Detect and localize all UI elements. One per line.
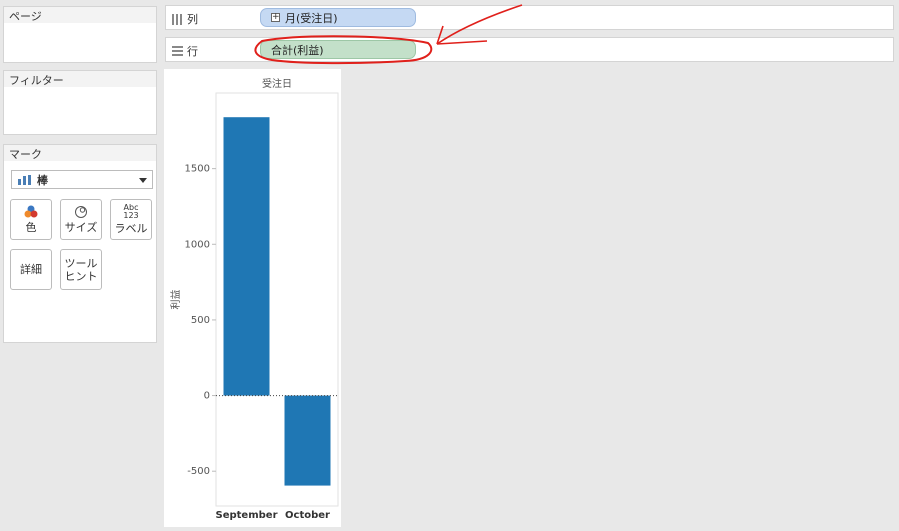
y-axis-label: 利益 [169,290,182,310]
label-button[interactable]: Abc 123 ラベル [110,199,152,240]
pages-card[interactable]: ページ [3,6,157,63]
bar-chart: 受注日 利益 -500 0 500 1000 1500 September October [169,77,339,521]
y-tick-label-3: 1000 [185,239,210,250]
size-button[interactable]: サイズ [60,199,102,240]
pages-card-title: ページ [4,7,156,23]
size-button-label: サイズ [64,221,98,234]
columns-icon [172,13,182,25]
y-tick-label-2: 500 [191,315,210,326]
columns-pill-label: 月(受注日) [285,11,338,25]
rows-pill-label: 合計(利益) [271,43,324,57]
detail-button-label: 詳細 [20,263,42,276]
label-icon: Abc 123 [123,203,139,220]
label-button-label: ラベル [114,222,148,235]
columns-shelf-label: 列 [172,11,198,27]
columns-pill-month-order-date[interactable]: + 月(受注日) [260,8,416,27]
expand-plus-icon[interactable]: + [271,13,280,22]
filters-card-title: フィルター [4,71,156,87]
tooltip-button-label-line2: ヒント [64,269,98,283]
color-button-label: 色 [25,221,37,234]
y-axis-label-group: 利益 [169,290,182,310]
rows-icon [172,45,183,56]
y-tick-label-1: 0 [204,391,210,402]
chart-title: 受注日 [262,77,292,90]
detail-button[interactable]: 詳細 [10,249,52,290]
bar-chart-icon [18,174,31,185]
x-category-label-1: October [285,510,330,521]
columns-shelf[interactable]: 列 + 月(受注日) [165,5,894,30]
color-icon [23,205,39,219]
marks-card-title: マーク [4,145,156,161]
tooltip-button-label-line1: ツール [64,256,98,270]
rows-shelf[interactable]: 行 合計(利益) [165,37,894,62]
rows-shelf-label: 行 [172,43,198,59]
mark-type-dropdown[interactable]: 棒 [11,170,153,189]
x-category-label-0: September [216,510,278,521]
plot-area: -500 0 500 1000 1500 September October [185,92,339,521]
mark-type-label: 棒 [37,173,48,187]
y-tick-label-0: -500 [187,466,210,477]
marks-card: マーク 棒 色 サイズ Abc 123 ラベル 詳細 ツール ヒント [3,144,157,343]
chevron-down-icon [139,178,147,183]
chart-panel: 受注日 利益 -500 0 500 1000 1500 September October [164,69,341,527]
color-button[interactable]: 色 [10,199,52,240]
y-tick-label-4: 1500 [185,164,210,175]
rows-pill-sum-profit[interactable]: 合計(利益) [260,40,416,59]
size-icon [73,205,89,219]
bar-october [284,395,331,486]
tooltip-button[interactable]: ツール ヒント [60,249,102,290]
bar-september [223,117,270,396]
filters-card[interactable]: フィルター [3,70,157,135]
